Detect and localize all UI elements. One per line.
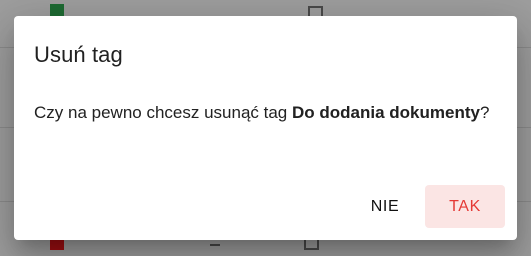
spreadsheet-file-icon (50, 4, 64, 16)
tag-name: Do dodania dokumenty (291, 103, 480, 122)
cancel-button[interactable]: NIE (353, 185, 417, 228)
message-text: Czy na pewno chcesz usunąć tag (34, 103, 292, 122)
message-suffix: ? (479, 103, 490, 122)
dialog-actions: NIE TAK (353, 185, 505, 228)
dialog-message: Czy na pewno chcesz usunąć tag Do dodani… (34, 98, 494, 127)
delete-tag-dialog: Usuń tag Czy na pewno chcesz usunąć tag … (14, 16, 517, 240)
dialog-title: Usuń tag (34, 42, 123, 67)
confirm-delete-button[interactable]: TAK (425, 185, 505, 228)
